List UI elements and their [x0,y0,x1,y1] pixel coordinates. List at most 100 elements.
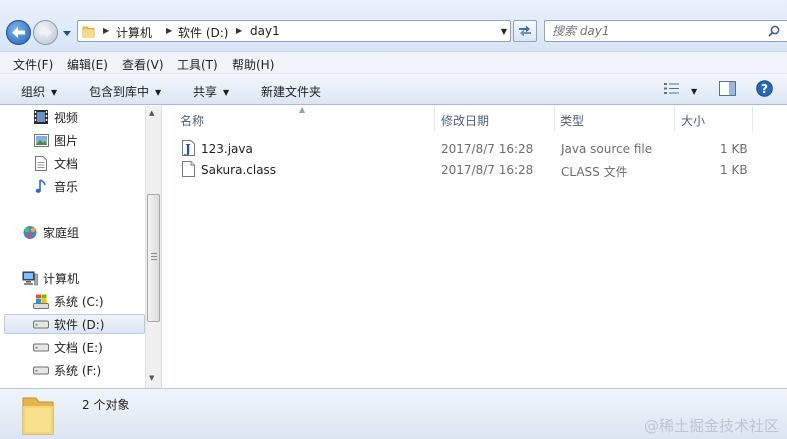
column-divider[interactable] [554,106,555,132]
computer-icon [22,270,38,286]
command-bar: 组织 ▼ 包含到库中 ▼ 共享 ▼ 新建文件夹 ▼ ? [0,73,787,105]
file-modified: 2017/8/7 16:28 [441,142,534,156]
menu-bar: 文件(F) 编辑(E) 查看(V) 工具(T) 帮助(H) [0,51,787,73]
menu-help[interactable]: 帮助(H) [232,56,274,73]
chevron-right-icon[interactable]: ▶ [236,26,242,35]
scroll-up-icon[interactable]: ▲ [149,109,154,117]
include-library-label: 包含到库中 [89,85,150,99]
menu-tools[interactable]: 工具(T) [177,56,218,73]
back-button[interactable] [6,20,31,45]
music-icon [33,178,49,194]
file-modified: 2017/8/7 16:28 [441,163,534,177]
chevron-down-icon: ▼ [51,88,58,97]
address-row: ▶ 计算机 ▶ 软件 (D:) ▶ day1 ▼ [0,0,787,55]
svg-text:?: ? [761,82,768,96]
navigation-pane: 视频 图片 文档 音乐 家庭组 计算机 系统 (C:) 软件 (D:) 文档 (… [0,106,145,388]
nav-label-music: 音乐 [54,179,79,194]
chevron-down-icon: ▼ [155,88,162,97]
search-box[interactable] [544,20,787,42]
help-button[interactable]: ? [756,80,773,100]
menu-file[interactable]: 文件(F) [13,56,53,73]
file-size: 1 KB [720,163,748,177]
details-pane: 2 个对象 @稀土掘金技术社区 [0,388,787,439]
column-header-modified[interactable]: 修改日期 [441,112,489,129]
homegroup-icon [22,224,38,240]
nav-label-pictures: 图片 [54,133,79,148]
system-drive-icon [33,293,49,309]
file-list: ▲ 名称 修改日期 类型 大小 J 123.java 2017/8/7 16:2… [162,105,787,388]
new-folder-button[interactable]: 新建文件夹 [261,83,321,100]
arrow-left-icon [12,27,25,38]
nav-label-computer: 计算机 [43,271,80,286]
address-bar[interactable]: ▶ 计算机 ▶ 软件 (D:) ▶ day1 ▼ [77,20,511,42]
view-options-button[interactable]: ▼ [664,82,697,98]
column-divider[interactable] [674,106,675,132]
picture-icon [33,132,49,148]
svg-text:J: J [184,142,191,156]
nav-label-documents: 文档 [54,156,79,171]
video-icon [33,109,49,125]
chevron-down-icon: ▼ [223,88,230,97]
search-input[interactable] [552,24,757,38]
organize-label: 组织 [21,85,46,99]
file-row[interactable]: J 123.java 2017/8/7 16:28 Java source fi… [178,139,768,159]
breadcrumb-drive-d[interactable]: 软件 (D:) [178,24,228,41]
sort-ascending-icon: ▲ [299,105,306,114]
file-name: Sakura.class [201,163,277,177]
help-icon: ? [756,80,773,97]
scroll-down-icon[interactable]: ▼ [149,374,154,382]
folder-icon [82,26,95,38]
preview-pane-icon [719,81,736,96]
share-button[interactable]: 共享 ▼ [193,83,229,100]
nav-item-computer[interactable]: 计算机 [22,268,162,288]
forward-button[interactable] [33,20,58,45]
chevron-right-icon[interactable]: ▶ [166,26,172,35]
chevron-down-icon [63,30,71,36]
item-count: 2 个对象 [82,398,130,412]
document-icon [33,155,49,171]
nav-label-drive-f: 系统 (F:) [54,363,102,378]
nav-label-drive-e: 文档 (E:) [54,340,103,355]
view-details-icon [664,83,679,94]
nav-label-homegroup: 家庭组 [43,225,80,240]
menu-edit[interactable]: 编辑(E) [67,56,108,73]
nav-item-homegroup[interactable]: 家庭组 [22,222,162,242]
drive-icon [33,316,49,332]
column-divider[interactable] [752,106,753,132]
refresh-button[interactable] [513,20,537,42]
nav-label-videos: 视频 [54,110,79,125]
column-divider[interactable] [434,106,435,132]
watermark: @稀土掘金技术社区 [643,417,779,435]
recent-pages-button[interactable] [62,28,72,38]
folder-icon [22,397,54,435]
file-row[interactable]: Sakura.class 2017/8/7 16:28 CLASS 文件 1 K… [178,160,768,180]
chevron-right-icon[interactable]: ▶ [103,26,109,35]
address-dropdown-icon[interactable]: ▼ [501,27,507,36]
preview-pane-button[interactable] [719,81,736,99]
column-header-size[interactable]: 大小 [681,112,705,129]
navigation-scrollbar[interactable]: ▲ ▼ [145,106,161,388]
scrollbar-thumb[interactable] [147,194,160,322]
file-type: Java source file [561,142,653,156]
arrow-right-icon [39,27,52,38]
include-library-button[interactable]: 包含到库中 ▼ [89,83,161,100]
chevron-down-icon: ▼ [691,87,698,96]
organize-button[interactable]: 组织 ▼ [21,83,57,100]
nav-item-drive-d[interactable]: 软件 (D:) [4,314,145,334]
share-label: 共享 [193,85,218,99]
search-icon[interactable] [768,25,780,37]
drive-icon [33,339,49,355]
breadcrumb-computer[interactable]: 计算机 [116,24,152,41]
column-header-type[interactable]: 类型 [560,112,584,129]
menu-view[interactable]: 查看(V) [122,56,164,73]
drive-icon [33,362,49,378]
file-name: 123.java [201,142,253,156]
nav-label-drive-c: 系统 (C:) [54,294,104,309]
java-file-icon: J [182,140,195,156]
column-header-name[interactable]: 名称 [180,112,204,129]
file-size: 1 KB [720,142,748,156]
file-type: CLASS 文件 [561,165,628,179]
breadcrumb-day1[interactable]: day1 [250,24,280,38]
generic-file-icon [182,161,195,177]
refresh-icon [519,25,531,37]
